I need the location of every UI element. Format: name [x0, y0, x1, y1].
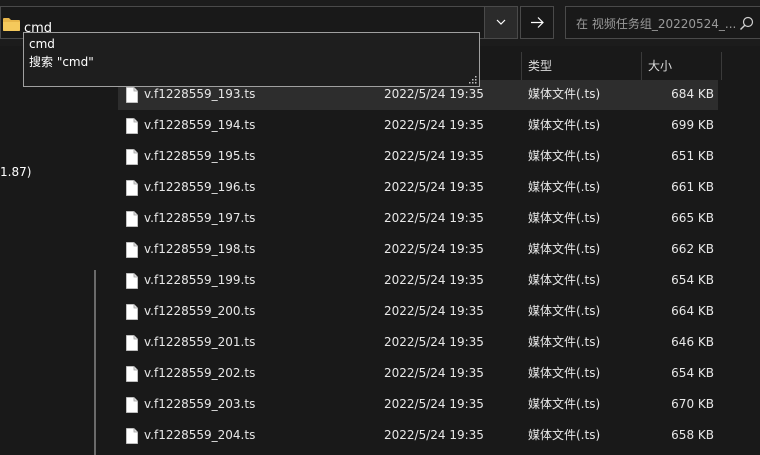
file-modified-date: 2022/5/24 19:35	[384, 335, 484, 349]
file-size: 654 KB	[671, 273, 714, 287]
file-type: 媒体文件(.ts)	[528, 118, 601, 132]
file-icon	[126, 87, 138, 103]
go-button[interactable]	[520, 6, 554, 39]
file-row[interactable]: v.f1228559_204.ts 2022/5/24 19:35 媒体文件(.ts…	[118, 421, 718, 451]
file-modified-date: 2022/5/24 19:35	[384, 273, 484, 287]
file-row[interactable]: v.f1228559_197.ts 2022/5/24 19:35 媒体文件(.ts…	[118, 204, 718, 234]
file-icon	[126, 211, 138, 227]
file-row[interactable]: v.f1228559_196.ts 2022/5/24 19:35 媒体文件(.ts…	[118, 173, 718, 203]
arrow-right-icon	[531, 17, 544, 28]
file-modified-date: 2022/5/24 19:35	[384, 242, 484, 256]
nav-pane-item-text[interactable]: 1.87)	[0, 165, 31, 179]
file-modified-date: 2022/5/24 19:35	[384, 304, 484, 318]
file-name: v.f1228559_193.ts	[144, 87, 256, 101]
file-type: 媒体文件(.ts)	[528, 211, 601, 225]
file-row[interactable]: v.f1228559_200.ts 2022/5/24 19:35 媒体文件(.ts…	[118, 297, 718, 327]
file-row[interactable]: v.f1228559_199.ts 2022/5/24 19:35 媒体文件(.ts…	[118, 266, 718, 296]
file-modified-date: 2022/5/24 19:35	[384, 87, 484, 101]
file-modified-date: 2022/5/24 19:35	[384, 118, 484, 132]
file-name: v.f1228559_203.ts	[144, 397, 256, 411]
file-type: 媒体文件(.ts)	[528, 180, 601, 194]
file-type: 媒体文件(.ts)	[528, 366, 601, 380]
column-header-size[interactable]: 大小	[648, 53, 672, 80]
folder-icon	[3, 18, 20, 31]
chevron-down-icon	[496, 19, 506, 25]
file-icon	[126, 428, 138, 444]
file-modified-date: 2022/5/24 19:35	[384, 397, 484, 411]
column-header-type[interactable]: 类型	[528, 53, 552, 80]
file-name: v.f1228559_204.ts	[144, 428, 256, 442]
file-icon	[126, 180, 138, 196]
resize-grip-icon[interactable]	[469, 76, 477, 84]
search-icon	[740, 16, 754, 30]
file-size: 699 KB	[671, 118, 714, 132]
file-row[interactable]: v.f1228559_201.ts 2022/5/24 19:35 媒体文件(.ts…	[118, 328, 718, 358]
file-icon	[126, 304, 138, 320]
file-name: v.f1228559_196.ts	[144, 180, 256, 194]
file-size: 664 KB	[671, 304, 714, 318]
file-name: v.f1228559_197.ts	[144, 211, 256, 225]
file-icon	[126, 366, 138, 382]
autocomplete-popup: cmd 搜索 "cmd"	[23, 32, 480, 87]
address-dropdown-button[interactable]	[484, 6, 518, 39]
file-row[interactable]: v.f1228559_203.ts 2022/5/24 19:35 媒体文件(.ts…	[118, 390, 718, 420]
search-box[interactable]: 在 视频任务组_20220524_...	[565, 6, 760, 39]
file-type: 媒体文件(.ts)	[528, 397, 601, 411]
file-size: 665 KB	[671, 211, 714, 225]
file-size: 684 KB	[671, 87, 714, 101]
file-icon	[126, 335, 138, 351]
file-name: v.f1228559_194.ts	[144, 118, 256, 132]
file-modified-date: 2022/5/24 19:35	[384, 366, 484, 380]
nav-pane-scrollbar[interactable]	[94, 270, 96, 455]
file-size: 670 KB	[671, 397, 714, 411]
file-modified-date: 2022/5/24 19:35	[384, 149, 484, 163]
file-icon	[126, 273, 138, 289]
file-name: v.f1228559_200.ts	[144, 304, 256, 318]
column-separator[interactable]	[641, 52, 642, 80]
file-name: v.f1228559_199.ts	[144, 273, 256, 287]
file-type: 媒体文件(.ts)	[528, 242, 601, 256]
file-modified-date: 2022/5/24 19:35	[384, 211, 484, 225]
file-name: v.f1228559_202.ts	[144, 366, 256, 380]
file-icon	[126, 397, 138, 413]
autocomplete-search-item[interactable]: 搜索 "cmd"	[29, 54, 94, 70]
file-explorer-window: cmd 在 视频任务组_20220524_... 1.87) 类型 大小 v.f…	[0, 0, 760, 455]
file-size: 658 KB	[671, 428, 714, 442]
file-type: 媒体文件(.ts)	[528, 304, 601, 318]
autocomplete-item[interactable]: cmd	[29, 36, 55, 52]
file-modified-date: 2022/5/24 19:35	[384, 180, 484, 194]
file-name: v.f1228559_195.ts	[144, 149, 256, 163]
file-icon	[126, 118, 138, 134]
file-type: 媒体文件(.ts)	[528, 149, 601, 163]
column-separator[interactable]	[521, 52, 522, 80]
file-size: 662 KB	[671, 242, 714, 256]
file-type: 媒体文件(.ts)	[528, 428, 601, 442]
file-icon	[126, 149, 138, 165]
file-type: 媒体文件(.ts)	[528, 273, 601, 287]
file-row[interactable]: v.f1228559_202.ts 2022/5/24 19:35 媒体文件(.ts…	[118, 359, 718, 389]
file-icon	[126, 242, 138, 258]
file-size: 651 KB	[671, 149, 714, 163]
file-row[interactable]: v.f1228559_198.ts 2022/5/24 19:35 媒体文件(.ts…	[118, 235, 718, 265]
file-size: 661 KB	[671, 180, 714, 194]
file-modified-date: 2022/5/24 19:35	[384, 428, 484, 442]
column-separator[interactable]	[721, 52, 722, 80]
file-type: 媒体文件(.ts)	[528, 87, 601, 101]
file-size: 646 KB	[671, 335, 714, 349]
search-placeholder: 在 视频任务组_20220524_...	[576, 17, 736, 31]
file-row[interactable]: v.f1228559_194.ts 2022/5/24 19:35 媒体文件(.ts…	[118, 111, 718, 141]
file-size: 654 KB	[671, 366, 714, 380]
file-name: v.f1228559_198.ts	[144, 242, 256, 256]
file-type: 媒体文件(.ts)	[528, 335, 601, 349]
file-row[interactable]: v.f1228559_195.ts 2022/5/24 19:35 媒体文件(.ts…	[118, 142, 718, 172]
file-name: v.f1228559_201.ts	[144, 335, 256, 349]
